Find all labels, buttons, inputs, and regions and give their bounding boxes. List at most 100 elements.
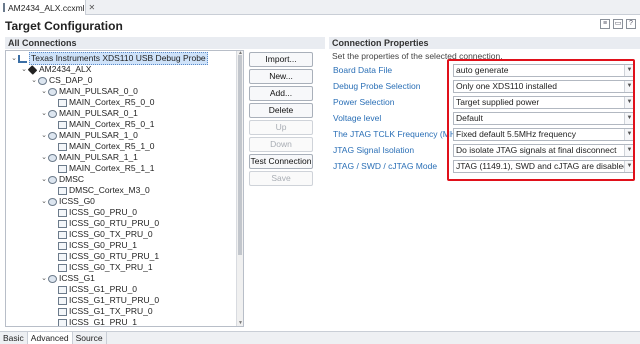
scrollbar-thumb[interactable] <box>238 55 242 255</box>
tree-item-label: ICSS_G0 <box>59 196 95 206</box>
tree-item-label: ICSS_G1_PRU_1 <box>69 317 138 327</box>
tab-basic[interactable]: Basic <box>0 332 28 344</box>
layout-icon[interactable]: ≡ <box>600 19 610 29</box>
tree-item-label: MAIN_PULSAR_0_1 <box>59 108 138 118</box>
core-icon <box>58 120 67 129</box>
editor-tab-bar: AM2434_ALX.ccxml ✕ <box>0 0 640 15</box>
tree-item[interactable]: ICSS_G1_RTU_PRU_0 <box>50 295 159 306</box>
maximize-icon[interactable]: ▭ <box>613 19 623 29</box>
header-toolbar: ≡ ▭ ? <box>600 19 636 29</box>
tree-item[interactable]: DMSC_Cortex_M3_0 <box>50 185 150 196</box>
tree-item-label: ICSS_G1_TX_PRU_0 <box>69 306 153 316</box>
tree-item-label: MAIN_Cortex_R5_0_1 <box>69 119 155 129</box>
tree-item[interactable]: ⌄ MAIN_PULSAR_0_0 <box>40 86 138 97</box>
tree-item[interactable]: ICSS_G1_PRU_0 <box>50 284 137 295</box>
save-button[interactable]: Save <box>249 171 313 186</box>
chevron-down-icon[interactable]: ▼ <box>624 145 634 156</box>
property-value: Only one XDS110 installed <box>456 81 557 91</box>
chevron-down-icon[interactable]: ⌄ <box>30 75 38 86</box>
tree-item[interactable]: ICSS_G0_PRU_0 <box>50 207 137 218</box>
property-select[interactable]: JTAG (1149.1), SWD and cJTAG are disable… <box>453 160 635 173</box>
tree-item-label: ICSS_G0_TX_PRU_0 <box>69 229 153 239</box>
chevron-down-icon[interactable]: ▼ <box>624 129 634 140</box>
tree-item[interactable]: ICSS_G0_RTU_PRU_1 <box>50 251 159 262</box>
tree-item[interactable]: ICSS_G0_RTU_PRU_0 <box>50 218 159 229</box>
tree-item-label: MAIN_Cortex_R5_1_0 <box>69 141 155 151</box>
delete-button[interactable]: Delete <box>249 103 313 118</box>
editor-tab[interactable]: AM2434_ALX.ccxml ✕ <box>0 0 95 15</box>
chevron-down-icon[interactable]: ⌄ <box>40 86 48 97</box>
all-connections-panel: All Connections ▲ ▼ ⌄ Texas Instruments X… <box>5 37 325 327</box>
tree-item[interactable]: MAIN_Cortex_R5_0_0 <box>50 97 155 108</box>
tab-advanced[interactable]: Advanced <box>27 332 73 344</box>
import-button[interactable]: Import... <box>249 52 313 67</box>
tree-item-label: ICSS_G0_RTU_PRU_1 <box>69 251 160 261</box>
chevron-down-icon[interactable]: ⌄ <box>40 273 48 284</box>
chevron-down-icon[interactable]: ⌄ <box>40 152 48 163</box>
tab-source[interactable]: Source <box>73 332 107 344</box>
property-select[interactable]: Fixed default 5.5MHz frequency ▼ <box>453 128 635 141</box>
chevron-down-icon[interactable]: ▼ <box>624 65 634 76</box>
tree-item[interactable]: ICSS_G0_TX_PRU_0 <box>50 229 153 240</box>
property-select[interactable]: Default ▼ <box>453 112 635 125</box>
property-label: JTAG / SWD / cJTAG Mode <box>333 161 438 171</box>
chevron-down-icon[interactable]: ⌄ <box>10 53 18 64</box>
up-button[interactable]: Up <box>249 120 313 135</box>
property-select[interactable]: Only one XDS110 installed ▼ <box>453 80 635 93</box>
property-select[interactable]: Target supplied power ▼ <box>453 96 635 109</box>
chevron-down-icon[interactable]: ⌄ <box>40 174 48 185</box>
chevron-down-icon[interactable]: ⌄ <box>40 130 48 141</box>
tree-item[interactable]: ⌄ Texas Instruments XDS110 USB Debug Prob… <box>10 52 208 65</box>
tree-item[interactable]: ⌄ CS_DAP_0 <box>30 75 92 86</box>
chevron-down-icon[interactable]: ▼ <box>624 81 634 92</box>
tree-item[interactable]: ICSS_G1_TX_PRU_0 <box>50 306 153 317</box>
new-button[interactable]: New... <box>249 69 313 84</box>
tree-item[interactable]: ⌄ DMSC <box>40 174 84 185</box>
tree-item[interactable]: MAIN_Cortex_R5_1_0 <box>50 141 155 152</box>
property-label: Debug Probe Selection <box>333 81 421 91</box>
connection-buttons: Import... New... Add... Delete Up Down Test Co… <box>249 52 313 188</box>
down-button[interactable]: Down <box>249 137 313 152</box>
tree-item[interactable]: ICSS_G1_PRU_1 <box>50 317 138 327</box>
tree-item[interactable]: ICSS_G0_PRU_1 <box>50 240 137 251</box>
tree-item-label: ICSS_G0_RTU_PRU_0 <box>69 218 160 228</box>
core-icon <box>58 186 67 195</box>
chevron-down-icon[interactable]: ⌄ <box>40 196 48 207</box>
tree-item-label: ICSS_G1_RTU_PRU_0 <box>69 295 160 305</box>
tree-item[interactable]: ⌄ MAIN_PULSAR_0_1 <box>40 108 138 119</box>
chevron-down-icon[interactable]: ▼ <box>624 97 634 108</box>
property-select[interactable]: auto generate ▼ <box>453 64 635 77</box>
core-icon <box>58 263 67 272</box>
close-icon[interactable]: ✕ <box>89 3 96 12</box>
tree-item-label: ICSS_G0_TX_PRU_1 <box>69 262 153 272</box>
file-icon <box>3 3 5 12</box>
core-icon <box>58 208 67 217</box>
tree-item-label: MAIN_PULSAR_0_0 <box>59 86 138 96</box>
tree-item[interactable]: MAIN_Cortex_R5_0_1 <box>50 119 155 130</box>
chevron-down-icon[interactable]: ▼ <box>624 113 634 124</box>
test-connection-button[interactable]: Test Connection <box>249 154 313 169</box>
core-icon <box>58 142 67 151</box>
tree-item[interactable]: ⌄ MAIN_PULSAR_1_0 <box>40 130 138 141</box>
scroll-down-icon[interactable]: ▼ <box>237 321 243 326</box>
tree-item[interactable]: ICSS_G0_TX_PRU_1 <box>50 262 153 273</box>
core-icon <box>58 98 67 107</box>
tree-item[interactable]: ⌄ AM2434_ALX <box>20 64 91 75</box>
tree-scrollbar[interactable]: ▲ ▼ <box>236 51 243 326</box>
core-icon <box>58 230 67 239</box>
add-button[interactable]: Add... <box>249 86 313 101</box>
help-icon[interactable]: ? <box>626 19 636 29</box>
property-select[interactable]: Do isolate JTAG signals at final disconn… <box>453 144 635 157</box>
tree-item[interactable]: ⌄ MAIN_PULSAR_1_1 <box>40 152 138 163</box>
tree-item[interactable]: MAIN_Cortex_R5_1_1 <box>50 163 155 174</box>
connection-tree[interactable]: ▲ ▼ ⌄ Texas Instruments XDS110 USB Debug … <box>5 50 244 327</box>
property-row: Board Data File auto generate ▼ <box>333 64 637 78</box>
tree-item[interactable]: ⌄ ICSS_G1 <box>40 273 95 284</box>
property-label: JTAG Signal Isolation <box>333 145 415 155</box>
chevron-down-icon[interactable]: ▼ <box>624 161 634 172</box>
tree-item-label: ICSS_G1_PRU_0 <box>69 284 138 294</box>
chevron-down-icon[interactable]: ⌄ <box>40 108 48 119</box>
connection-properties-title: Connection Properties <box>329 37 640 49</box>
tree-item-label: MAIN_Cortex_R5_0_0 <box>69 97 155 107</box>
tree-item[interactable]: ⌄ ICSS_G0 <box>40 196 95 207</box>
